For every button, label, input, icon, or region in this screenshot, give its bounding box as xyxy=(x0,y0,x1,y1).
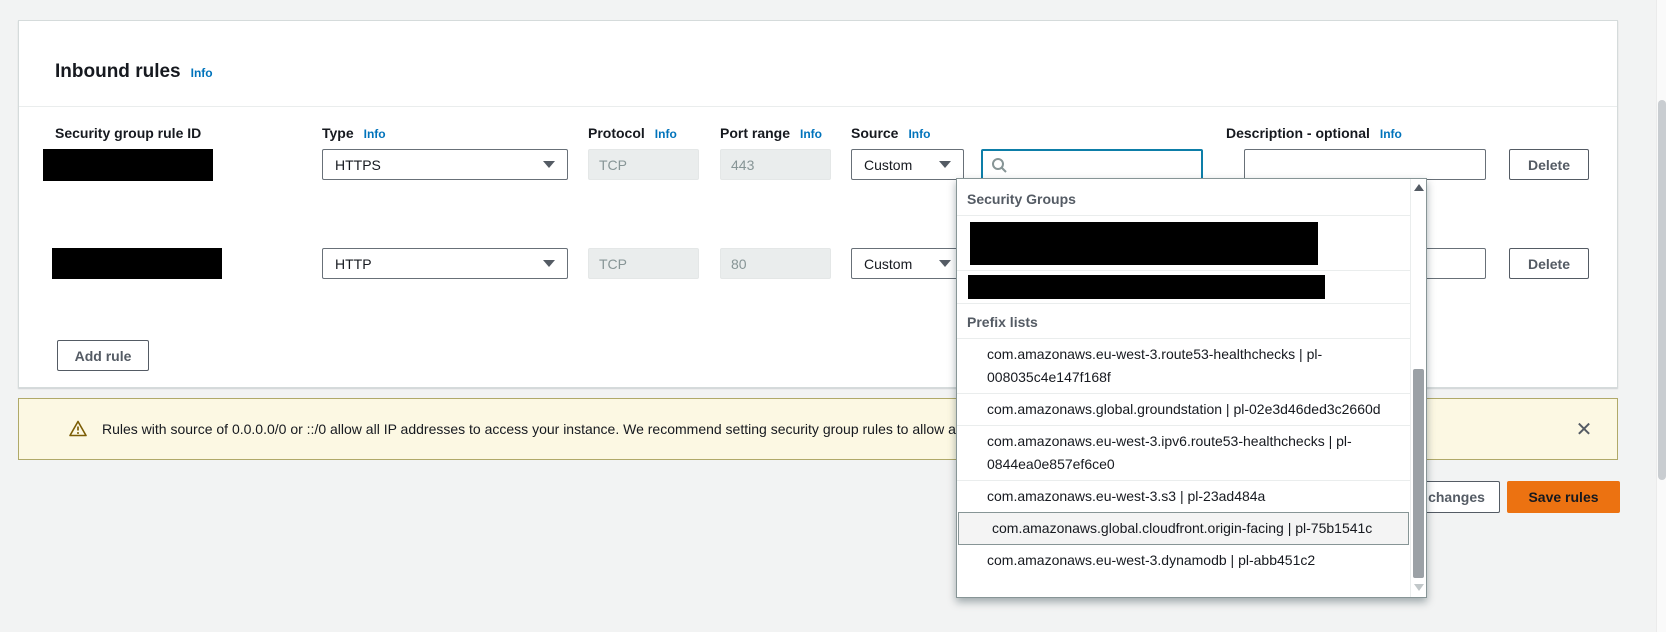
protocol-input-row1 xyxy=(588,149,699,180)
source-options-dropdown: Security Groups Prefix lists com.amazona… xyxy=(956,178,1427,598)
chevron-down-icon xyxy=(543,260,555,267)
divider xyxy=(957,270,1410,271)
prefix-list-option[interactable]: com.amazonaws.eu-west-3.s3 | pl-23ad484a xyxy=(957,481,1410,512)
prefix-list-option[interactable]: com.amazonaws.eu-west-3.ipv6.route53-hea… xyxy=(957,426,1410,480)
description-input-row1[interactable] xyxy=(1244,149,1486,180)
column-header-description: Description - optional Info xyxy=(1226,125,1402,141)
prefix-list-option-highlighted[interactable]: com.amazonaws.global.cloudfront.origin-f… xyxy=(958,512,1409,545)
close-icon[interactable]: ✕ xyxy=(1569,414,1599,444)
panel-header: Inbound rules Info xyxy=(55,61,213,83)
prefix-list-option[interactable]: com.amazonaws.global.groundstation | pl-… xyxy=(957,394,1410,425)
port-range-info-link[interactable]: Info xyxy=(800,127,822,141)
column-header-source: Source Info xyxy=(851,125,930,141)
dropdown-scrollbar-thumb[interactable] xyxy=(1413,369,1424,578)
page-scrollbar-thumb[interactable] xyxy=(1658,100,1666,480)
protocol-info-link[interactable]: Info xyxy=(655,127,677,141)
source-search-input-row1[interactable] xyxy=(1013,157,1193,173)
divider xyxy=(19,106,1617,107)
rule-id-redacted-row1 xyxy=(43,149,213,181)
rule-id-redacted-row2 xyxy=(52,248,222,279)
add-rule-button[interactable]: Add rule xyxy=(57,340,149,371)
chevron-down-icon xyxy=(543,161,555,168)
type-info-link[interactable]: Info xyxy=(364,127,386,141)
scroll-up-icon[interactable] xyxy=(1414,184,1424,191)
chevron-down-icon xyxy=(939,260,951,267)
dropdown-scrollbar[interactable] xyxy=(1410,179,1426,597)
dropdown-group-prefix-lists: Prefix lists xyxy=(957,304,1410,338)
prefix-list-option[interactable]: com.amazonaws.eu-west-3.route53-healthch… xyxy=(957,339,1410,393)
port-range-input-row1 xyxy=(720,149,831,180)
port-range-input-row2 xyxy=(720,248,831,279)
source-search-field-row1[interactable] xyxy=(981,149,1203,180)
dropdown-group-security-groups: Security Groups xyxy=(957,179,1410,215)
column-header-type: Type Info xyxy=(322,125,386,141)
type-select-row2[interactable]: HTTP xyxy=(322,248,568,279)
security-group-option-redacted-2[interactable] xyxy=(968,275,1325,299)
chevron-down-icon xyxy=(939,161,951,168)
source-info-link[interactable]: Info xyxy=(908,127,930,141)
delete-rule-button-row2[interactable]: Delete xyxy=(1509,248,1589,279)
description-info-link[interactable]: Info xyxy=(1380,127,1402,141)
column-header-rule-id: Security group rule ID xyxy=(55,125,201,141)
save-rules-button[interactable]: Save rules xyxy=(1507,481,1620,513)
security-group-option-redacted-1[interactable] xyxy=(970,222,1318,265)
column-header-port-range: Port range Info xyxy=(720,125,822,141)
page-scrollbar[interactable] xyxy=(1656,0,1666,632)
warning-icon xyxy=(69,420,87,437)
inbound-rules-info-link[interactable]: Info xyxy=(191,66,213,80)
column-header-protocol: Protocol Info xyxy=(588,125,677,141)
divider xyxy=(957,215,1410,216)
prefix-list-option[interactable]: com.amazonaws.eu-west-3.dynamodb | pl-ab… xyxy=(957,545,1410,576)
search-icon xyxy=(991,157,1007,173)
scroll-down-icon[interactable] xyxy=(1414,584,1424,591)
protocol-input-row2 xyxy=(588,248,699,279)
type-select-row1[interactable]: HTTPS xyxy=(322,149,568,180)
page-title: Inbound rules xyxy=(55,61,181,83)
source-mode-select-row2[interactable]: Custom xyxy=(851,248,964,279)
delete-rule-button-row1[interactable]: Delete xyxy=(1509,149,1589,180)
source-mode-select-row1[interactable]: Custom xyxy=(851,149,964,180)
